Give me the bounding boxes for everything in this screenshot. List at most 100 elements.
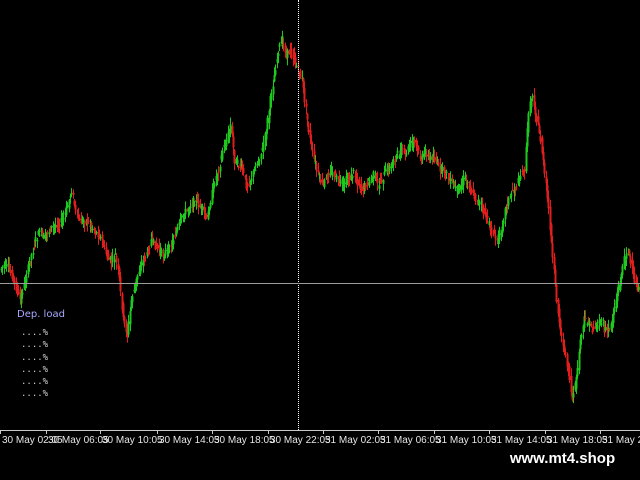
candle-body [584, 318, 587, 320]
candle-body [277, 53, 280, 56]
candle-body [208, 210, 211, 212]
time-tick [0, 431, 1, 434]
candlestick-series [0, 30, 640, 404]
candle-body [590, 323, 593, 327]
candle-body [388, 166, 391, 172]
candle-body [511, 190, 514, 192]
candle-body [578, 351, 581, 371]
candle-body [356, 179, 359, 186]
candle-body [246, 184, 249, 186]
candle-body [290, 48, 293, 57]
candle-body [474, 194, 477, 201]
candle-body [604, 327, 607, 331]
candle-body [315, 164, 318, 171]
candle-body [221, 150, 224, 160]
candle-body [612, 314, 615, 323]
candle-body [366, 182, 369, 187]
candle-body [184, 208, 187, 215]
candle-body [527, 113, 530, 133]
indicator-value: ....% [21, 352, 49, 363]
candle-body [5, 264, 8, 268]
candle-body [91, 228, 94, 230]
candle-body [588, 320, 591, 326]
candle-body [572, 393, 575, 398]
candle-body [486, 216, 489, 219]
candle-body [236, 159, 239, 164]
candle-body [608, 329, 611, 330]
candle-body [30, 254, 33, 260]
candle-body [1, 266, 4, 268]
candle-body [376, 179, 379, 184]
candle-body [34, 237, 37, 242]
candle-body [454, 186, 457, 188]
indicator-values: ....% ....% ....% ....% ....% ....% [21, 327, 48, 401]
crosshair-vertical-line [298, 0, 299, 430]
candle-body [58, 224, 61, 227]
candle-body [437, 162, 440, 164]
candle-body [160, 249, 163, 254]
candle-body [470, 190, 473, 194]
candle-body [148, 247, 151, 249]
candle-body [592, 326, 595, 330]
time-label: 30 May 14:05 [159, 435, 220, 446]
time-label: 30 May 06:05 [48, 435, 109, 446]
candle-body [189, 207, 192, 208]
time-tick [378, 431, 379, 434]
candle-body [348, 175, 351, 181]
candle-body [225, 140, 228, 147]
candle-body [554, 269, 557, 285]
candle-body [205, 215, 208, 217]
candle-body [492, 234, 495, 236]
candle-body [568, 366, 571, 380]
price-chart[interactable]: Dep. load ....% ....% ....% ....% ....% … [0, 0, 640, 430]
candle-body [343, 182, 346, 188]
candle-body [42, 235, 45, 239]
candle-body [286, 49, 289, 58]
candle-body [617, 284, 620, 293]
candle-body [156, 244, 159, 249]
candle-body [445, 171, 448, 174]
candle-body [625, 254, 628, 260]
candle-body [621, 265, 624, 275]
candle-body [458, 185, 461, 193]
candle-body [36, 240, 39, 242]
candle-body [303, 88, 306, 103]
candle-body [382, 180, 385, 184]
candle-body [254, 169, 257, 171]
candle-body [219, 166, 222, 172]
candle-body [372, 171, 375, 179]
candle-body [115, 256, 118, 263]
candle-body [429, 156, 432, 161]
candle-body [401, 151, 404, 153]
candle-body [502, 220, 505, 225]
candle-body [333, 174, 336, 178]
candle-body [535, 115, 538, 122]
candle-body [54, 225, 57, 228]
candle-body [421, 153, 424, 160]
candle-body [209, 203, 212, 208]
candle-body [21, 292, 24, 295]
candle-body [180, 215, 183, 219]
candle-body [360, 183, 363, 191]
candle-body [613, 306, 616, 312]
candle-body [543, 162, 546, 174]
candle-body [392, 161, 395, 166]
candle-body [74, 204, 77, 210]
candle-body [262, 143, 265, 152]
candle-body [260, 154, 263, 160]
candle-body [515, 186, 518, 188]
time-tick [46, 431, 47, 434]
candle-body [78, 217, 81, 220]
candle-body [441, 167, 444, 171]
candle-body [87, 220, 90, 223]
candle-body [99, 237, 102, 239]
time-label: 31 May 10:05 [436, 435, 497, 446]
candle-body [197, 200, 200, 208]
candle-body [305, 103, 308, 107]
candle-body [551, 243, 554, 258]
time-label: 30 May 10:05 [102, 435, 163, 446]
candle-body [46, 233, 49, 235]
time-label: 31 May 06:05 [380, 435, 441, 446]
indicator-value: ....% [21, 364, 49, 375]
candle-body [383, 172, 386, 175]
